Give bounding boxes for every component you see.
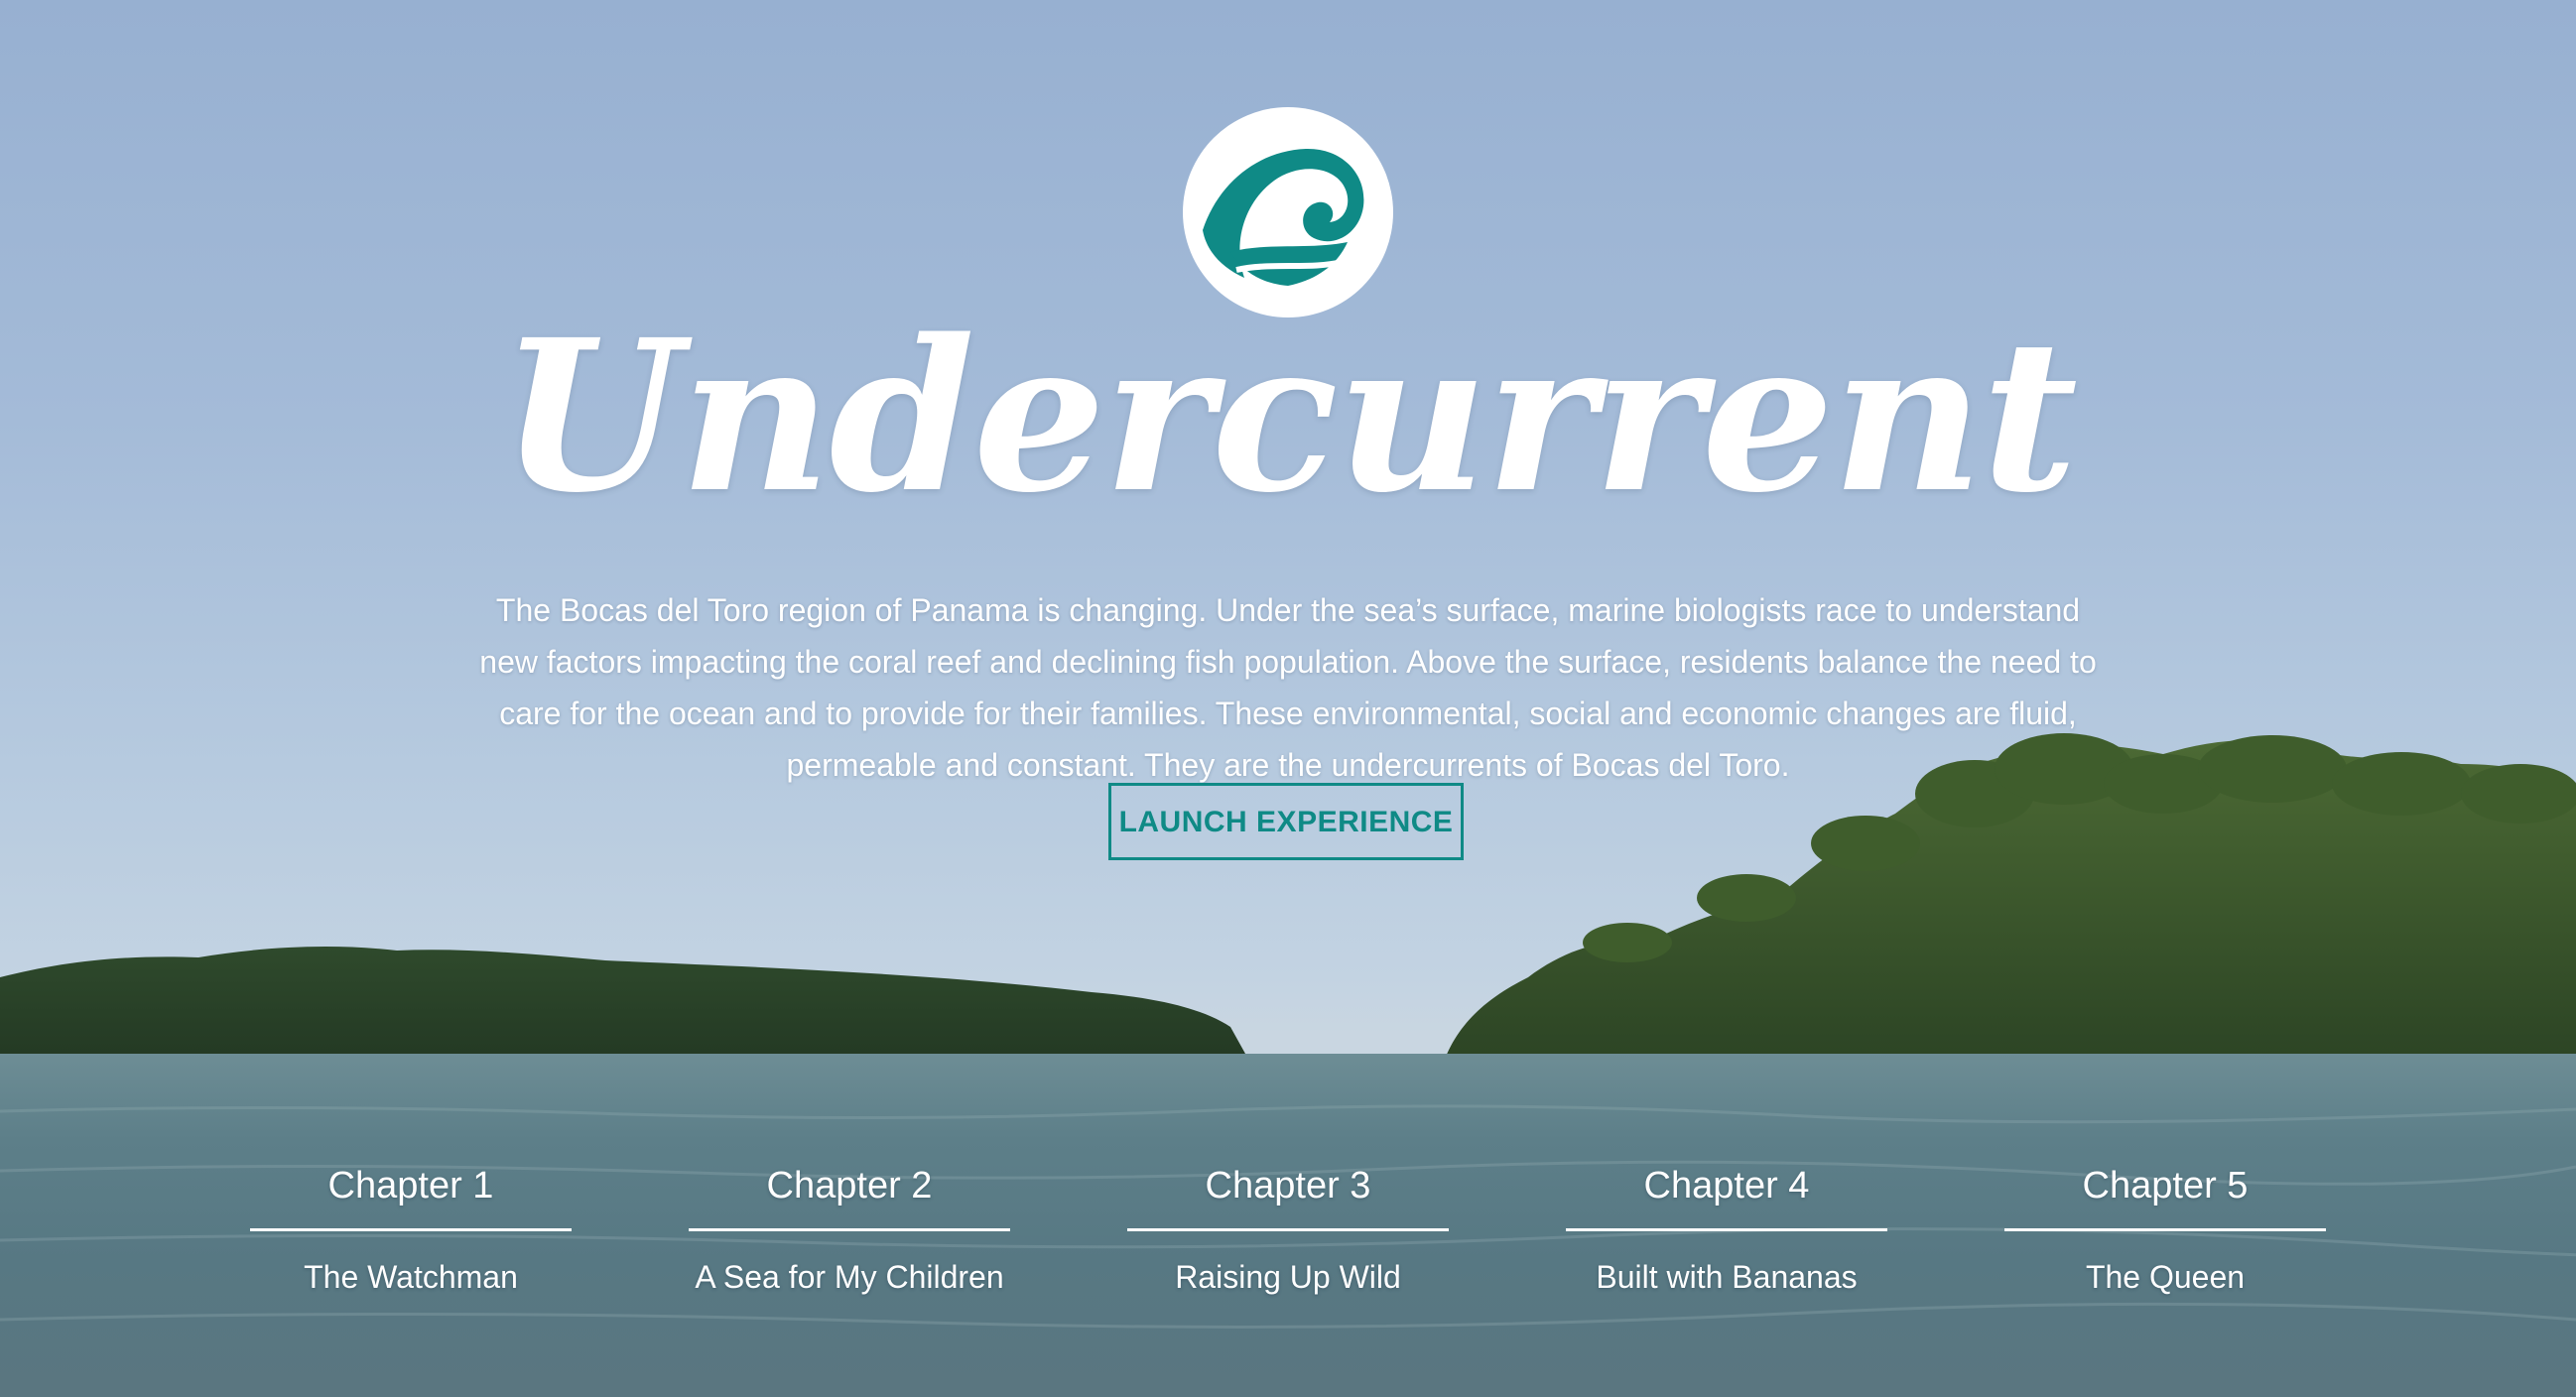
chapter-title: The Queen	[2085, 1259, 2246, 1295]
chapter-link-4[interactable]: Chapter 4 Built with Bananas	[1566, 1151, 1887, 1303]
wave-icon	[1183, 107, 1393, 318]
chapter-link-2[interactable]: Chapter 2 A Sea for My Children	[689, 1151, 1010, 1303]
chapter-divider	[1127, 1228, 1449, 1231]
chapter-title: Built with Bananas	[1596, 1259, 1858, 1295]
chapter-number: Chapter 3	[1205, 1165, 1371, 1206]
site-title: Undercurrent	[499, 294, 2078, 539]
chapter-link-3[interactable]: Chapter 3 Raising Up Wild	[1127, 1151, 1449, 1303]
chapter-title: Raising Up Wild	[1175, 1259, 1401, 1295]
chapter-title: The Watchman	[304, 1259, 518, 1295]
chapter-number: Chapter 5	[2082, 1165, 2249, 1206]
chapter-number: Chapter 4	[1643, 1165, 1810, 1206]
chapter-divider	[1566, 1228, 1887, 1231]
chapter-divider	[689, 1228, 1010, 1231]
launch-experience-button[interactable]: LAUNCH EXPERIENCE	[1108, 783, 1464, 860]
chapter-link-5[interactable]: Chapter 5 The Queen	[2004, 1151, 2326, 1303]
intro-paragraph: The Bocas del Toro region of Panama is c…	[479, 592, 2097, 783]
chapter-title: A Sea for My Children	[695, 1259, 1004, 1295]
hero-content: Undercurrent The Bocas del Toro region o…	[0, 0, 2576, 1397]
chapter-link-1[interactable]: Chapter 1 The Watchman	[250, 1151, 572, 1303]
chapter-number: Chapter 1	[327, 1165, 494, 1206]
chapter-number: Chapter 2	[766, 1165, 933, 1206]
chapter-divider	[250, 1228, 572, 1231]
chapter-divider	[2004, 1228, 2326, 1231]
chapter-nav: Chapter 1 The Watchman Chapter 2 A Sea f…	[0, 1151, 2576, 1310]
hero-background: Undercurrent The Bocas del Toro region o…	[0, 0, 2576, 1397]
